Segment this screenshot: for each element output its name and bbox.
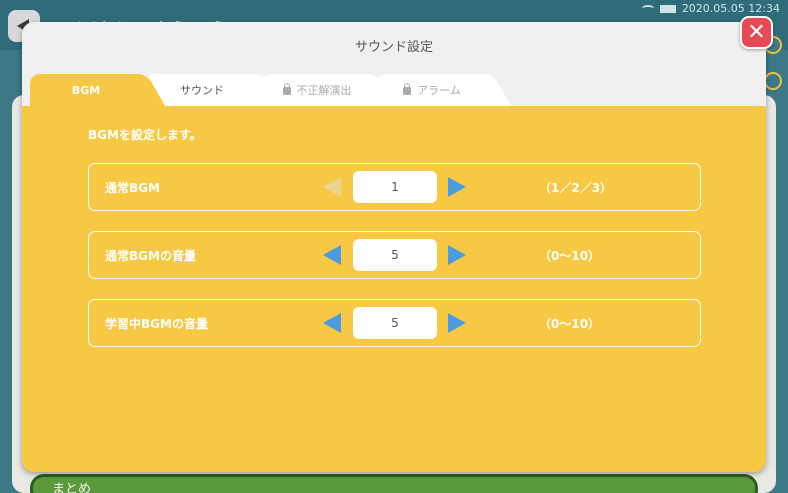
increment-arrow-icon[interactable] xyxy=(448,177,466,197)
battery-icon xyxy=(659,4,676,13)
value-display: 1 xyxy=(353,171,437,203)
decrement-arrow-icon xyxy=(323,177,341,197)
value-range: （0〜10） xyxy=(539,316,601,331)
increment-arrow-icon[interactable] xyxy=(448,313,466,333)
tab-incorrect-effect[interactable]: 不正解演出 xyxy=(262,74,372,106)
value-range: （1／2／3） xyxy=(539,180,613,195)
status-time: 2020.05.05 12:34 xyxy=(681,2,780,15)
close-icon: ✕ xyxy=(747,20,766,45)
lock-icon xyxy=(282,83,291,95)
sound-settings-dialog: サウンド設定 BGM サウンド 不正解演出 アラーム BGMを設定します。 通常… xyxy=(22,22,766,472)
setting-row-bgm-volume: 通常BGMの音量 5 （0〜10） xyxy=(88,231,701,279)
increment-arrow-icon[interactable] xyxy=(448,245,466,265)
setting-row-study-bgm-volume: 学習中BGMの音量 5 （0〜10） xyxy=(88,299,701,347)
wifi-icon xyxy=(641,4,654,13)
tab-label: 不正解演出 xyxy=(296,84,352,97)
setting-label: 通常BGM xyxy=(105,180,160,195)
close-button[interactable]: ✕ xyxy=(740,16,773,49)
intro-text: BGMを設定します。 xyxy=(88,128,202,142)
tab-label: サウンド xyxy=(180,84,224,97)
setting-label: 学習中BGMの音量 xyxy=(105,316,208,331)
dialog-title: サウンド設定 xyxy=(354,40,433,55)
tab-bgm[interactable]: BGM xyxy=(30,74,142,106)
background-bottom-bar[interactable] xyxy=(30,474,758,493)
tab-label: BGM xyxy=(71,83,101,97)
decrement-arrow-icon[interactable] xyxy=(323,245,341,265)
bgm-settings-panel: BGMを設定します。 通常BGM 1 （1／2／3） 通常BGMの音量 5 （0… xyxy=(22,106,766,472)
value-range: （0〜10） xyxy=(539,248,601,263)
tab-label: アラーム xyxy=(417,84,461,97)
tab-bar: BGM サウンド 不正解演出 アラーム xyxy=(30,74,766,106)
setting-label: 通常BGMの音量 xyxy=(105,248,196,263)
setting-row-bgm: 通常BGM 1 （1／2／3） xyxy=(88,163,701,211)
lock-icon xyxy=(403,83,412,95)
background-bottom-label: まとめ xyxy=(52,482,92,493)
tab-alarm[interactable]: アラーム xyxy=(376,74,488,106)
status-bar: 2020.05.05 12:34 xyxy=(641,2,780,15)
value-display: 5 xyxy=(353,307,437,339)
decrement-arrow-icon[interactable] xyxy=(323,313,341,333)
value-display: 5 xyxy=(353,239,437,271)
background-side-button[interactable] xyxy=(764,72,782,90)
